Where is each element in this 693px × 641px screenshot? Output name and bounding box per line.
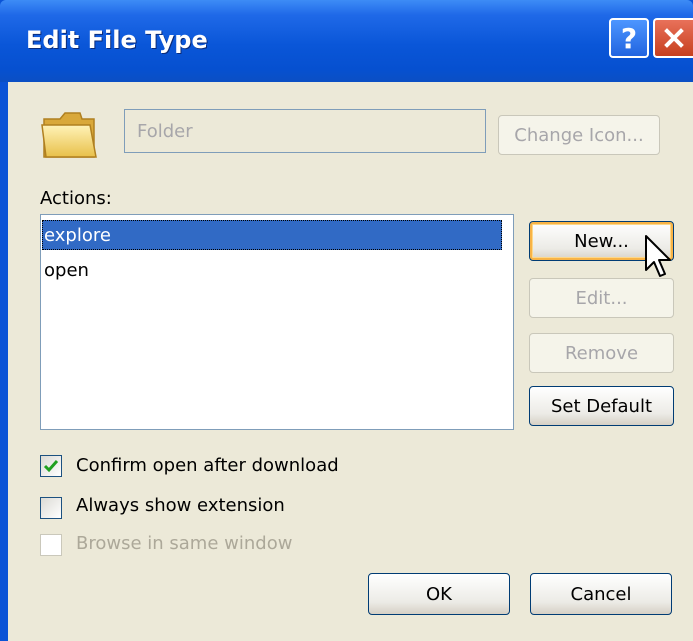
title-bar[interactable]: Edit File Type ?	[0, 0, 693, 82]
actions-listbox[interactable]: explore open	[40, 214, 514, 430]
ok-button[interactable]: OK	[368, 573, 510, 615]
close-icon	[664, 28, 684, 48]
set-default-button[interactable]: Set Default	[529, 386, 674, 426]
confirm-open-checkbox[interactable]	[40, 455, 62, 477]
help-button[interactable]: ?	[609, 18, 649, 58]
mouse-pointer-icon	[645, 235, 671, 277]
window-title: Edit File Type	[26, 26, 208, 54]
browse-same-window-checkbox[interactable]	[40, 534, 62, 556]
remove-action-button[interactable]: Remove	[529, 333, 674, 373]
actions-label: Actions:	[40, 188, 112, 209]
action-item-explore[interactable]: explore	[42, 220, 502, 250]
browse-same-window-label: Browse in same window	[76, 533, 293, 554]
folder-icon	[41, 112, 97, 158]
file-type-name-field: Folder	[124, 109, 486, 153]
help-icon: ?	[620, 21, 638, 55]
edit-action-button[interactable]: Edit...	[529, 278, 674, 318]
cancel-button[interactable]: Cancel	[530, 573, 672, 615]
change-icon-button[interactable]: Change Icon...	[498, 115, 660, 155]
action-item-open[interactable]: open	[42, 255, 502, 285]
always-show-extension-label[interactable]: Always show extension	[76, 495, 285, 516]
checkmark-icon	[43, 460, 59, 473]
always-show-extension-checkbox[interactable]	[40, 497, 62, 519]
close-button[interactable]	[653, 18, 693, 58]
confirm-open-label[interactable]: Confirm open after download	[76, 455, 339, 476]
